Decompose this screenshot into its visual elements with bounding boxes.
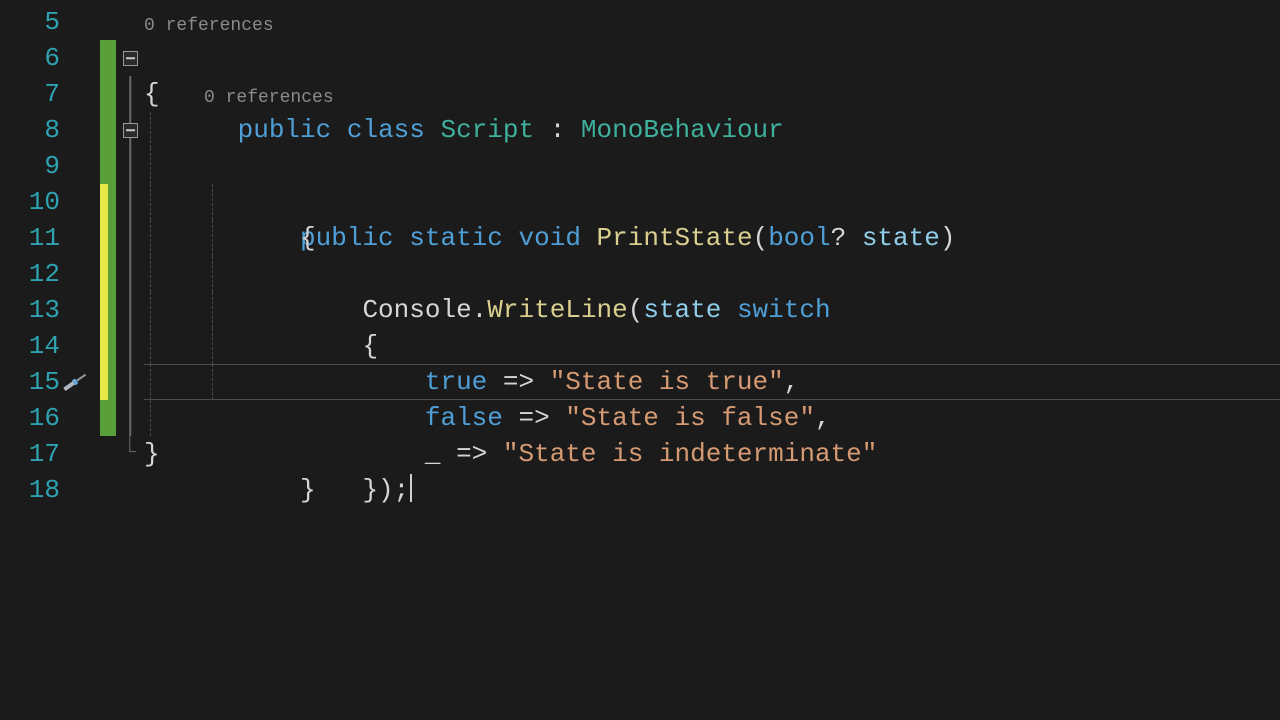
line-number: 7	[0, 76, 72, 112]
line-number: 16	[0, 400, 72, 436]
code-line: 0 references public class Script : MonoB…	[144, 40, 1280, 76]
code-editor[interactable]: 5 6 7 8 9 10 11 12 13 14 15 16 17 18	[0, 0, 1280, 720]
code-line: }	[144, 436, 1280, 472]
codelens-references[interactable]: 0 references	[144, 16, 274, 36]
outlining-margin[interactable]	[116, 0, 144, 720]
code-line: 0 references public static void PrintSta…	[144, 112, 1280, 148]
fold-toggle-icon[interactable]	[123, 51, 138, 66]
line-number: 11	[0, 220, 72, 256]
fold-toggle-icon[interactable]	[123, 123, 138, 138]
code-line: });	[144, 364, 1280, 400]
code-line: {	[144, 148, 1280, 184]
line-number: 6	[0, 40, 72, 76]
code-line: }	[144, 400, 1280, 436]
line-number: 17	[0, 436, 72, 472]
change-indicator-bar	[100, 0, 116, 720]
line-number: 12	[0, 256, 72, 292]
line-number: 8	[0, 112, 72, 148]
codelens-references[interactable]: 0 references	[204, 88, 334, 108]
quick-actions-icon[interactable]	[58, 370, 92, 394]
line-number: 14	[0, 328, 72, 364]
glyph-margin	[72, 0, 100, 720]
line-number: 9	[0, 148, 72, 184]
line-number: 10	[0, 184, 72, 220]
line-number: 18	[0, 472, 72, 508]
line-number-gutter: 5 6 7 8 9 10 11 12 13 14 15 16 17 18	[0, 0, 72, 720]
line-number: 13	[0, 292, 72, 328]
code-line: false => "State is false",	[144, 292, 1280, 328]
code-line: _ => "State is indeterminate"	[144, 328, 1280, 364]
code-line: true => "State is true",	[144, 256, 1280, 292]
code-line	[144, 472, 1280, 508]
code-line	[144, 4, 1280, 40]
code-line: Console.WriteLine(state switch	[144, 184, 1280, 220]
line-number: 5	[0, 4, 72, 40]
code-line: {	[144, 220, 1280, 256]
code-text-area[interactable]: 0 references public class Script : MonoB…	[144, 0, 1280, 720]
